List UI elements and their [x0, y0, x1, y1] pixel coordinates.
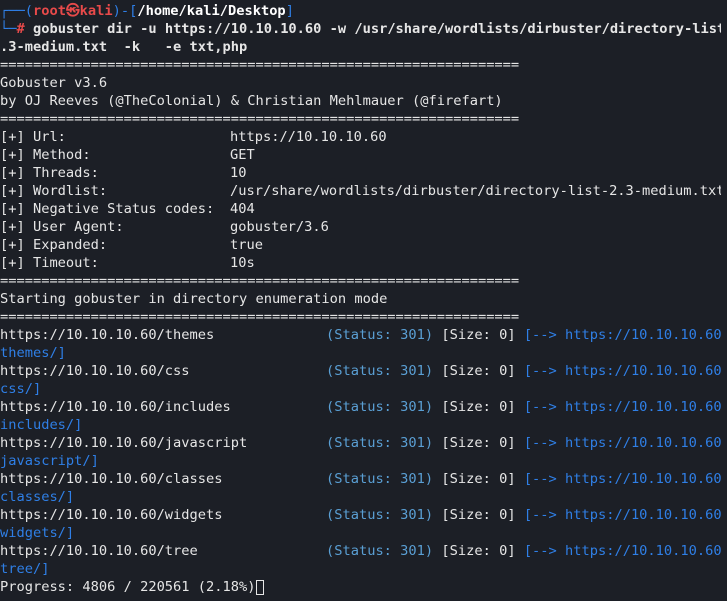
config-row: [+] Negative Status codes: 404 — [0, 200, 727, 218]
config-label: [+] Timeout: — [0, 255, 99, 271]
config-row: [+] Wordlist: /usr/share/wordlists/dirbus… — [0, 182, 727, 200]
separator-line: ========================================… — [0, 273, 520, 289]
config-row: [+] Method: GET — [0, 146, 727, 164]
config-label: [+] Wordlist: — [0, 183, 108, 199]
config-label: [+] Expanded: — [0, 237, 108, 253]
result-size: [Size: 0] — [441, 435, 516, 451]
result-url: https://10.10.10.60/tree — [0, 543, 198, 559]
result-redirect-wrap: tree/] — [0, 561, 50, 577]
result-status: (Status: 301) — [326, 435, 434, 451]
config-value: https://10.10.10.60 — [230, 129, 387, 145]
result-status: (Status: 301) — [326, 543, 434, 559]
result-redirect-wrap: javascript/] — [0, 453, 99, 469]
separator-line: ========================================… — [0, 309, 520, 325]
result-redirect: [--> https://10.10.10.60/ — [523, 507, 727, 523]
config-row: [+] User Agent: gobuster/3.6 — [0, 218, 727, 236]
command-text-1: gobuster dir -u https://10.10.10.60 -w /… — [24, 21, 727, 37]
config-value: GET — [230, 147, 255, 163]
separator-line: ========================================… — [0, 111, 520, 127]
result-redirect-wrap: classes/] — [0, 489, 75, 505]
result-redirect-wrap: themes/] — [0, 345, 66, 361]
prompt-line: ┌──(root㉿kali)-[/home/kali/Desktop] — [0, 2, 727, 20]
result-status: (Status: 301) — [326, 399, 434, 415]
result-url: https://10.10.10.60/includes — [0, 399, 231, 415]
config-value: gobuster/3.6 — [230, 219, 329, 235]
result-row: https://10.10.10.60/themes (Status: 301) … — [0, 326, 727, 344]
result-status: (Status: 301) — [326, 507, 434, 523]
result-size: [Size: 0] — [441, 471, 516, 487]
result-status: (Status: 301) — [326, 471, 434, 487]
config-value: /usr/share/wordlists/dirbuster/directory… — [230, 183, 725, 199]
config-row: [+] Timeout: 10s — [0, 254, 727, 272]
result-row: https://10.10.10.60/widgets (Status: 301)… — [0, 506, 727, 524]
config-label: [+] Negative Status codes: — [0, 201, 215, 217]
result-row: https://10.10.10.60/css (Status: 301) [Si… — [0, 362, 727, 380]
result-url: https://10.10.10.60/css — [0, 363, 190, 379]
prompt-cwd: /home/kali/Desktop — [137, 3, 286, 19]
config-label: [+] Url: — [0, 129, 66, 145]
result-size: [Size: 0] — [441, 327, 516, 343]
result-size: [Size: 0] — [441, 507, 516, 523]
result-redirect-wrap: widgets/] — [0, 525, 75, 541]
progress-line: Progress: 4806 / 220561 (2.18%) — [0, 578, 727, 596]
config-label: [+] Method: — [0, 147, 91, 163]
command-line: └─# gobuster dir -u https://10.10.10.60 … — [0, 20, 727, 38]
prompt-close-paren: )-[ — [112, 3, 138, 19]
result-url: https://10.10.10.60/classes — [0, 471, 223, 487]
terminal-cursor[interactable] — [256, 579, 265, 595]
result-size: [Size: 0] — [441, 363, 516, 379]
result-status: (Status: 301) — [326, 363, 434, 379]
config-block: [+] Url: https://10.10.10.60 [+] Method: GE… — [0, 128, 727, 272]
result-redirect: [--> https://10.10.10.60/ — [523, 363, 727, 379]
result-redirect-wrap: css/] — [0, 381, 42, 397]
prompt-corner-top: ┌──( — [0, 3, 33, 19]
config-label: [+] Threads: — [0, 165, 99, 181]
prompt-close-bracket: ] — [285, 3, 294, 19]
banner-author: by OJ Reeves (@TheColonial) & Christian … — [0, 93, 503, 109]
prompt-at-symbol: ㉿ — [65, 3, 80, 19]
config-row: [+] Threads: 10 — [0, 164, 727, 182]
result-redirect: [--> https://10.10.10.60/ — [523, 327, 727, 343]
results-block: https://10.10.10.60/themes (Status: 301) … — [0, 326, 727, 578]
prompt-user: root — [32, 3, 66, 19]
result-row: https://10.10.10.60/classes (Status: 301)… — [0, 470, 727, 488]
banner-title: Gobuster v3.6 — [0, 75, 108, 91]
result-row: https://10.10.10.60/includes (Status: 301… — [0, 398, 727, 416]
result-redirect-wrap: includes/] — [0, 417, 83, 433]
config-value: 404 — [230, 201, 255, 217]
prompt-host: kali — [79, 3, 113, 19]
command-text-2: .3-medium.txt -k -e txt,php — [0, 39, 248, 55]
result-url: https://10.10.10.60/themes — [0, 327, 215, 343]
config-row: [+] Url: https://10.10.10.60 — [0, 128, 727, 146]
result-redirect: [--> https://10.10.10.60/ — [523, 471, 727, 487]
terminal-window[interactable]: ┌──(root㉿kali)-[/home/kali/Desktop] └─# … — [0, 0, 727, 601]
mode-message: Starting gobuster in directory enumerati… — [0, 291, 388, 307]
result-size: [Size: 0] — [441, 543, 516, 559]
result-url: https://10.10.10.60/widgets — [0, 507, 223, 523]
prompt-hash: # — [16, 21, 25, 37]
progress-text: Progress: 4806 / 220561 (2.18%) — [0, 579, 256, 595]
config-value: true — [230, 237, 263, 253]
result-size: [Size: 0] — [441, 399, 516, 415]
result-redirect: [--> https://10.10.10.60/ — [523, 435, 727, 451]
separator-line: ========================================… — [0, 57, 520, 73]
result-redirect: [--> https://10.10.10.60/ — [523, 399, 727, 415]
config-value: 10s — [230, 255, 255, 271]
config-label: [+] User Agent: — [0, 219, 124, 235]
result-row: https://10.10.10.60/tree (Status: 301) [S… — [0, 542, 727, 560]
result-url: https://10.10.10.60/javascript — [0, 435, 248, 451]
config-value: 10 — [230, 165, 247, 181]
config-row: [+] Expanded: true — [0, 236, 727, 254]
scrollbar[interactable] — [721, 0, 727, 601]
prompt-corner-bottom: └─ — [0, 21, 17, 37]
result-row: https://10.10.10.60/javascript (Status: 3… — [0, 434, 727, 452]
result-status: (Status: 301) — [326, 327, 434, 343]
result-redirect: [--> https://10.10.10.60/ — [523, 543, 727, 559]
